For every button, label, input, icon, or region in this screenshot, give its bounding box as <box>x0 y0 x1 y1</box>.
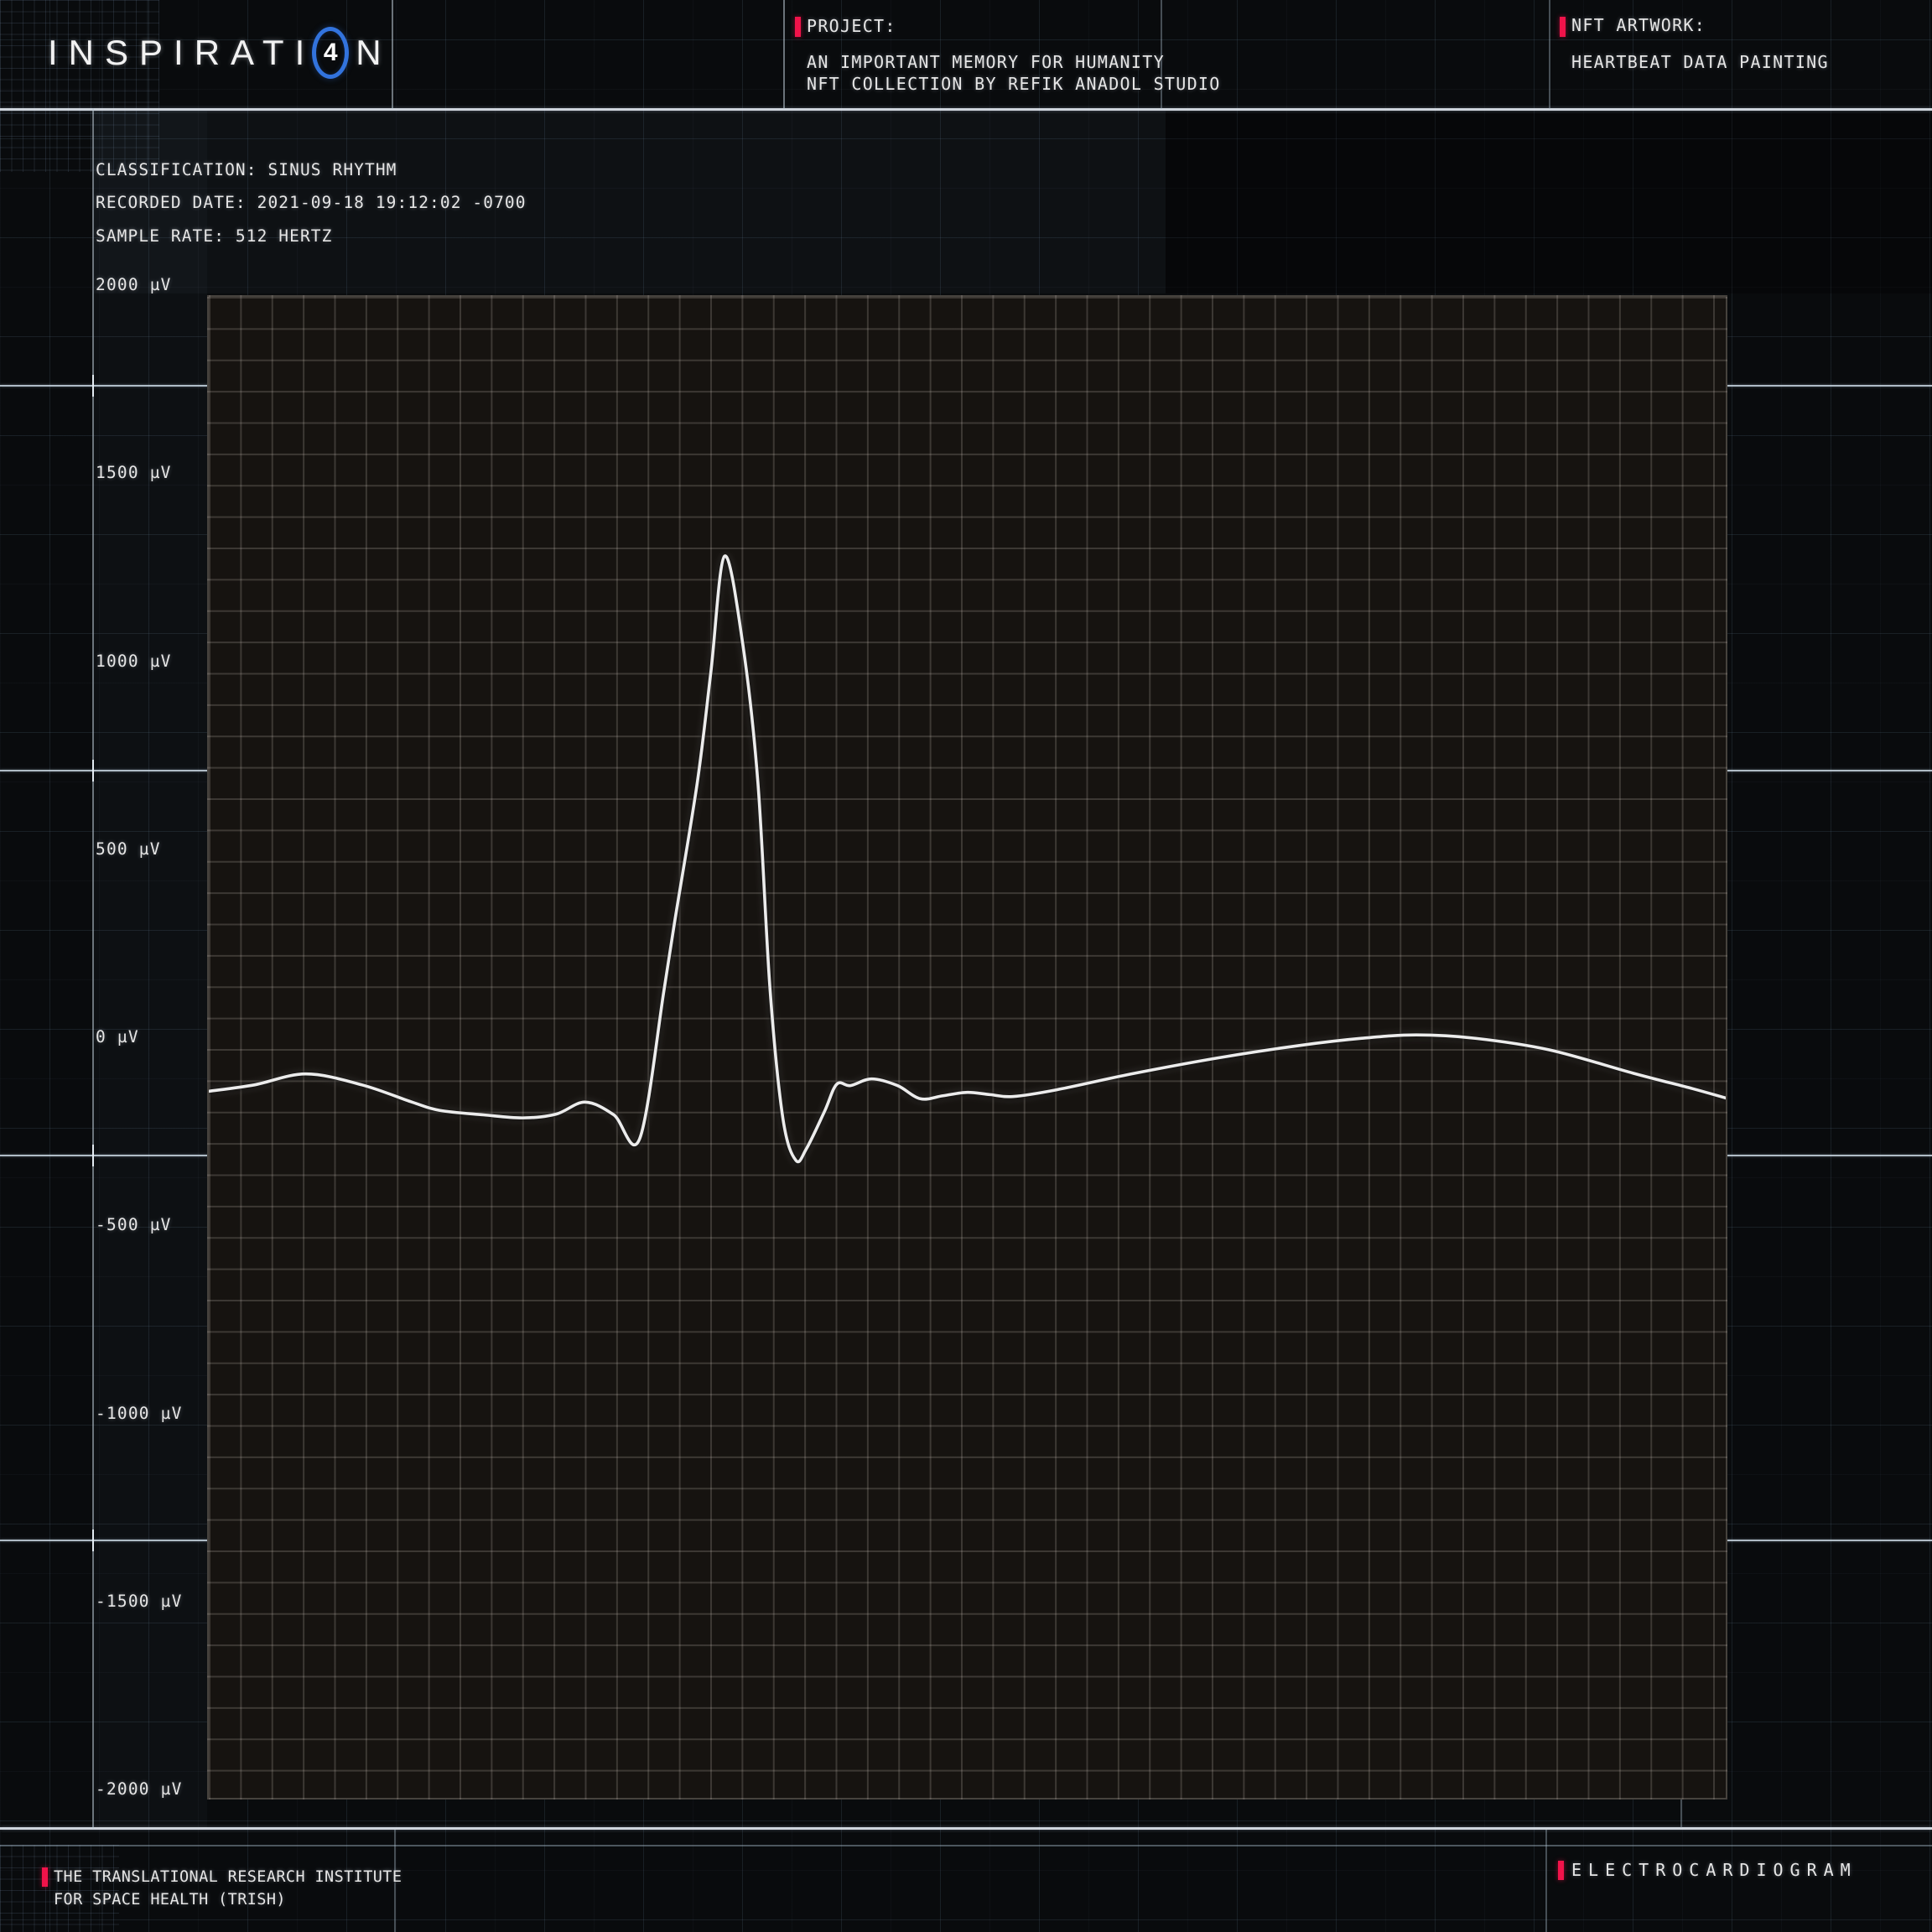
margin-crosshair-line <box>0 1540 209 1541</box>
corner-finegrid-bottom-left <box>0 1845 119 1932</box>
project-label: PROJECT: <box>807 16 896 36</box>
margin-crosshair-line <box>1726 1540 1932 1541</box>
logo-text-post: N <box>356 33 392 73</box>
axis-gutter-line <box>92 108 94 1829</box>
y-axis-label: 500 µV <box>96 839 161 859</box>
footer-separator-line-2 <box>0 1845 1932 1846</box>
logo-text-pre: INSPIRATI <box>48 33 315 73</box>
project-line-2: NFT COLLECTION BY REFIK ANADOL STUDIO <box>807 74 1221 94</box>
project-red-marker <box>795 17 801 37</box>
y-axis-label: -500 µV <box>96 1215 172 1234</box>
margin-crosshair-line <box>0 1155 209 1156</box>
margin-crosshair-line <box>1726 385 1932 387</box>
artwork-label: NFT ARTWORK: <box>1571 15 1706 35</box>
footer-right-red-marker <box>1558 1861 1564 1880</box>
header-separator-line <box>0 108 1932 111</box>
y-axis-label: -1000 µV <box>96 1404 183 1423</box>
y-axis-label: 1500 µV <box>96 463 172 482</box>
y-axis-label: 1000 µV <box>96 652 172 671</box>
artwork-red-marker <box>1560 17 1566 37</box>
margin-crosshair-line <box>0 385 209 387</box>
y-axis-label: -1500 µV <box>96 1592 183 1611</box>
ecg-plot-area <box>207 295 1727 1800</box>
footer-divider-2 <box>1545 1830 1547 1932</box>
recorded-date-text: RECORDED DATE: 2021-09-18 19:12:02 -0700 <box>96 193 527 213</box>
margin-crosshair-line <box>0 770 209 771</box>
classification-text: CLASSIFICATION: SINUS RHYTHM <box>96 160 397 180</box>
logo-numeral: 4 <box>324 39 338 67</box>
heartbeat-nft-screen: { "header": { "logo": {"pre": "INSPIRATI… <box>0 0 1932 1932</box>
ecg-svg <box>209 297 1726 1798</box>
corner-finegrid-top-left <box>0 0 159 172</box>
footer-left-line-2: FOR SPACE HEALTH (TRISH) <box>54 1890 286 1910</box>
sample-rate-text: SAMPLE RATE: 512 HERTZ <box>96 226 332 247</box>
margin-crosshair-line <box>1726 770 1932 771</box>
footer-right-text: ELECTROCARDIOGRAM <box>1571 1860 1857 1880</box>
margin-cross-tick <box>92 1145 94 1166</box>
y-axis-label: -2000 µV <box>96 1779 183 1799</box>
ecg-trace <box>209 556 1726 1162</box>
artwork-title: HEARTBEAT DATA PAINTING <box>1571 52 1829 72</box>
margin-cross-tick <box>92 1530 94 1551</box>
y-axis-label: 2000 µV <box>96 275 172 294</box>
footer-left-red-marker <box>42 1867 48 1887</box>
header-divider-4 <box>1549 0 1550 109</box>
header-divider-2 <box>783 0 785 109</box>
margin-cross-tick <box>92 375 94 397</box>
footer-left-line-1: THE TRANSLATIONAL RESEARCH INSTITUTE <box>54 1867 402 1888</box>
margin-crosshair-line <box>1726 1155 1932 1156</box>
margin-cross-tick <box>92 760 94 782</box>
y-axis-label: 0 µV <box>96 1027 139 1046</box>
footer-separator-line <box>0 1827 1932 1830</box>
project-line-1: AN IMPORTANT MEMORY FOR HUMANITY <box>807 52 1165 72</box>
inspiration4-logo: INSPIRATI 4 N <box>48 29 392 77</box>
logo-orbit-ring-icon: 4 <box>312 27 349 79</box>
